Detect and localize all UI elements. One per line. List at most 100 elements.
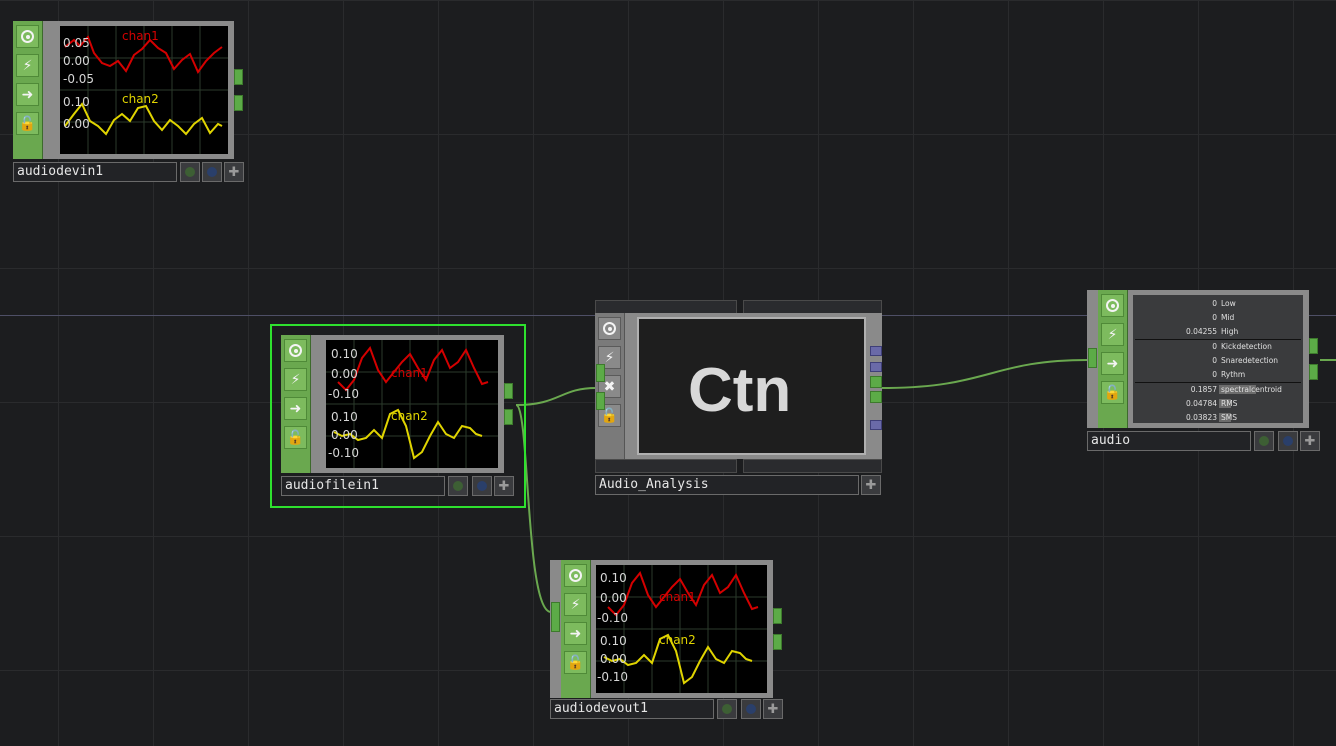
node-name-field[interactable]: audiodevout1 <box>550 699 714 719</box>
table-row: 0 Rythm <box>1212 370 1246 379</box>
cooking-icon[interactable] <box>202 162 222 182</box>
output-connector-4[interactable] <box>870 391 882 403</box>
export-icon[interactable]: ➜ <box>564 622 587 645</box>
ch2-tick-mid: 0.00 <box>331 428 358 442</box>
comp-label: Ctn <box>688 356 792 425</box>
output-connector-1[interactable] <box>234 69 243 85</box>
ch2-name: chan2 <box>659 633 696 647</box>
lock-icon[interactable]: 🔓 <box>564 651 587 674</box>
viewer-icon[interactable] <box>16 25 39 48</box>
viewer-icon[interactable] <box>598 317 621 340</box>
table-row: 0.1857 spectralcentroid <box>1190 385 1282 394</box>
top-tab-right <box>743 300 882 314</box>
cooking-icon[interactable] <box>741 699 761 719</box>
bypass-icon[interactable]: ⚡ <box>16 54 39 77</box>
bypass-icon[interactable]: ⚡ <box>564 593 587 616</box>
output-connector-2[interactable] <box>773 634 782 650</box>
clone-icon[interactable]: ✚ <box>763 699 783 719</box>
output-connector-1[interactable] <box>773 608 782 624</box>
wire-audiofilein1-to-audio-analysis[interactable] <box>515 387 597 406</box>
table-row: 0 Snaredetection <box>1212 356 1279 365</box>
ch1-tick-top: 0.10 <box>331 347 358 361</box>
viewer-active-icon[interactable] <box>180 162 200 182</box>
output-connector-1[interactable] <box>1309 338 1318 354</box>
node-audiofilein1[interactable]: ⚡ ➜ 🔓 0.10 0.00 -0.10 chan1 0.10 0.00 -0… <box>281 335 516 497</box>
node-toolbar: ⚡ ➜ 🔓 <box>13 21 43 159</box>
input-connector-1[interactable] <box>551 602 560 632</box>
ch1-tick-bottom: -0.10 <box>328 387 360 401</box>
ch2-name: chan2 <box>122 92 159 106</box>
output-connector-2[interactable] <box>234 95 243 111</box>
lock-icon[interactable]: 🔓 <box>16 112 39 135</box>
node-toolbar: ⚡ ➜ 🔓 <box>561 560 591 698</box>
bottom-tab-right <box>743 459 882 473</box>
table-row: 0 Kickdetection <box>1212 342 1272 351</box>
table-row: 0.04255 High <box>1185 327 1239 336</box>
ch2-tick-bottom: -0.10 <box>328 446 360 460</box>
export-icon[interactable]: ➜ <box>1101 352 1124 375</box>
node-name-field[interactable]: audiodevin1 <box>13 162 177 182</box>
info-table: 0 Low 0 Mid 0.04255 High 0 Kickdetection 0 Sn… <box>1133 295 1303 423</box>
clone-icon[interactable]: ✚ <box>1300 431 1320 451</box>
ch1-tick-bottom: -0.05 <box>63 72 95 86</box>
ch1-tick-mid: 0.00 <box>331 367 358 381</box>
clone-icon[interactable]: ✚ <box>494 476 514 496</box>
bypass-icon[interactable]: ⚡ <box>284 368 307 391</box>
ch1-tick-bottom: -0.10 <box>597 611 629 625</box>
node-audiodevout1[interactable]: ⚡ ➜ 🔓 0.10 0.00 -0.10 chan1 0.10 0.00 -0… <box>550 560 785 722</box>
ch2-tick-bottom: -0.10 <box>597 670 629 684</box>
output-connector-2[interactable] <box>504 409 513 425</box>
node-audio[interactable]: ⚡ ➜ 🔓 0 Low 0 Mid 0.04255 High 0 Kickdetecti… <box>1087 290 1323 452</box>
top-tab-left <box>595 300 737 314</box>
node-name-field[interactable]: Audio_Analysis <box>595 475 859 495</box>
node-toolbar: ⚡ ➜ 🔓 <box>1098 290 1128 428</box>
ch2-name: chan2 <box>391 409 428 423</box>
ch2-tick-top: 0.10 <box>63 95 90 109</box>
wire-audio-analysis-to-audio[interactable] <box>881 359 1089 389</box>
node-toolbar: ⚡ ✖ 🔓 <box>595 313 625 459</box>
ch1-tick-mid: 0.00 <box>63 54 90 68</box>
input-connector-2[interactable] <box>596 392 605 410</box>
export-icon[interactable]: ➜ <box>284 397 307 420</box>
ch1-name: chan1 <box>391 366 428 380</box>
output-connector-2[interactable] <box>1309 364 1318 380</box>
export-icon[interactable]: ➜ <box>16 83 39 106</box>
node-audio-analysis[interactable]: ⚡ ✖ 🔓 Ctn Audio_Analysis ✚ <box>595 300 883 496</box>
viewer-icon[interactable] <box>1101 294 1124 317</box>
table-row: 0 Low <box>1212 299 1236 308</box>
lock-icon[interactable]: 🔓 <box>1101 381 1124 404</box>
ch1-name: chan1 <box>659 590 696 604</box>
ch1-tick-top: 0.05 <box>63 36 90 50</box>
viewer-icon[interactable] <box>284 339 307 362</box>
viewer-active-icon[interactable] <box>717 699 737 719</box>
clone-icon[interactable]: ✚ <box>861 475 881 495</box>
bypass-icon[interactable]: ⚡ <box>1101 323 1124 346</box>
input-connector-1[interactable] <box>596 364 605 382</box>
clone-icon[interactable]: ✚ <box>224 162 244 182</box>
output-connector-1[interactable] <box>504 383 513 399</box>
node-name-field[interactable]: audio <box>1087 431 1251 451</box>
cooking-icon[interactable] <box>472 476 492 496</box>
output-connector-2[interactable] <box>870 362 882 372</box>
output-connector-5[interactable] <box>870 420 882 430</box>
ch1-name: chan1 <box>122 29 159 43</box>
ch2-tick-top: 0.10 <box>331 410 358 424</box>
output-connector-3[interactable] <box>870 376 882 388</box>
node-name-field[interactable]: audiofilein1 <box>281 476 445 496</box>
node-audiodevin1[interactable]: ⚡ ➜ 🔓 0.05 0.00 -0.05 chan1 0.10 0.00 ch… <box>13 21 246 183</box>
ch1-tick-mid: 0.00 <box>600 591 627 605</box>
table-row: 0.03823 SMS <box>1185 413 1237 422</box>
lock-icon[interactable]: 🔓 <box>284 426 307 449</box>
ch2-tick-top: 0.10 <box>600 634 627 648</box>
node-toolbar: ⚡ ➜ 🔓 <box>281 335 311 473</box>
output-connector-1[interactable] <box>870 346 882 356</box>
cooking-icon[interactable] <box>1278 431 1298 451</box>
ch2-tick-mid: 0.00 <box>63 117 90 131</box>
viewer-active-icon[interactable] <box>448 476 468 496</box>
input-connector-1[interactable] <box>1088 348 1097 368</box>
table-row: 0.04784 RMS <box>1185 399 1238 408</box>
viewer-active-icon[interactable] <box>1254 431 1274 451</box>
viewer-icon[interactable] <box>564 564 587 587</box>
ch2-tick-mid: 0.00 <box>600 652 627 666</box>
ch1-tick-top: 0.10 <box>600 571 627 585</box>
